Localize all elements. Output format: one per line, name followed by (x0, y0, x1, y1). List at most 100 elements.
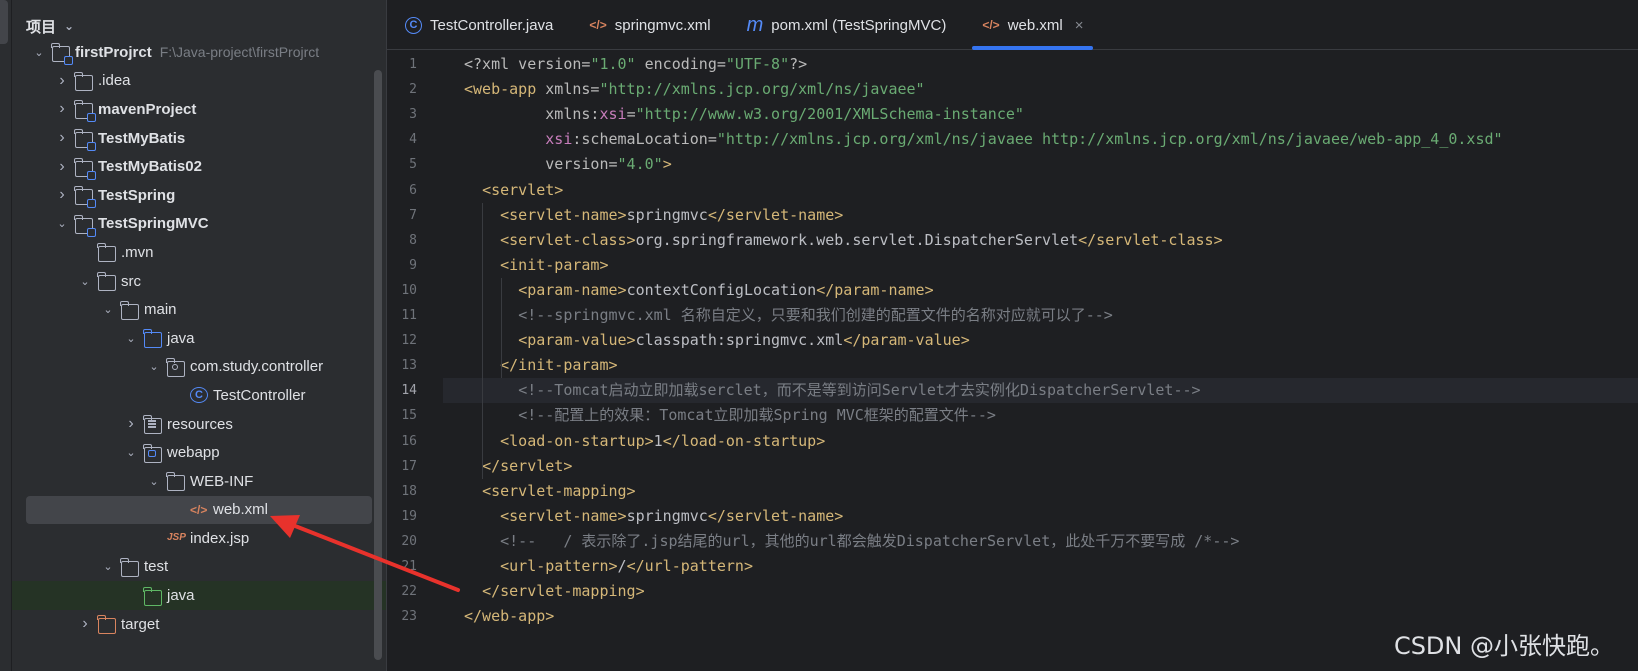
tree-item-mvn[interactable]: ›.mvn (12, 238, 386, 267)
chevron-right-icon[interactable]: › (55, 186, 69, 204)
close-icon[interactable]: × (1075, 17, 1084, 34)
code-line[interactable]: xsi:schemaLocation="http://xmlns.jcp.org… (443, 127, 1638, 152)
folder-icon (166, 472, 185, 492)
code-token: "http://xmlns.jcp.org/xml/ns/javaee" (599, 80, 925, 99)
folder-icon (97, 243, 116, 263)
code-line[interactable]: version="4.0"> (443, 152, 1638, 177)
editor-tab[interactable]: m pom.xml (TestSpringMVC) (729, 0, 965, 50)
folder-icon (120, 557, 139, 577)
code-line[interactable]: <servlet> (443, 178, 1638, 203)
code-line[interactable]: <!-- / 表示除了.jsp结尾的url，其他的url都会触发Dispatch… (443, 529, 1638, 554)
chevron-down-icon[interactable]: ⌄ (55, 217, 69, 230)
tree-item-java[interactable]: ⌄ java (12, 324, 386, 353)
line-number: 12 (401, 333, 417, 349)
tree-item-label: .mvn (121, 243, 154, 261)
chevron-down-icon[interactable]: ⌄ (124, 446, 138, 459)
code-token: <servlet> (482, 180, 564, 199)
code-line[interactable]: <url-pattern>/</url-pattern> (443, 554, 1638, 579)
code-line[interactable]: xmlns:xsi="http://www.w3.org/2001/XMLSch… (443, 102, 1638, 127)
chevron-right-icon[interactable]: › (55, 72, 69, 90)
tree-item-firstprojrct[interactable]: ⌄ firstProjrct F:\Java-project\firstProjrc… (12, 38, 386, 67)
tree-item-web-xml[interactable]: ›</>web.xml (26, 495, 372, 525)
line-number: 10 (401, 282, 417, 298)
tree-item-testmybatis[interactable]: › TestMyBatis (12, 124, 386, 153)
code-view[interactable]: <?xml version="1.0" encoding="UTF-8"?> <w… (443, 50, 1638, 671)
code-line[interactable]: <servlet-name>springmvc</servlet-name> (443, 203, 1638, 228)
code-token: xsi (545, 130, 573, 149)
code-line[interactable]: <!--springmvc.xml 名称自定义，只要和我们创建的配置文件的名称对… (443, 303, 1638, 328)
code-line[interactable]: </servlet-mapping> (443, 579, 1638, 604)
tree-item-java[interactable]: ›java (12, 581, 386, 610)
tree-item-src[interactable]: ⌄ src (12, 267, 386, 296)
code-line[interactable]: <param-name>contextConfigLocation</param… (443, 278, 1638, 303)
code-line[interactable]: <servlet-class>org.springframework.web.s… (443, 228, 1638, 253)
source-folder-icon (143, 329, 162, 349)
tree-item-target[interactable]: › target (12, 610, 386, 639)
tree-item-web-inf[interactable]: ⌄ WEB-INF (12, 467, 386, 496)
tree-item-mavenproject[interactable]: › mavenProject (12, 95, 386, 124)
tree-item-resources[interactable]: › resources (12, 410, 386, 439)
code-token: <servlet-class> (500, 230, 636, 249)
module-folder-icon (74, 214, 96, 237)
chevron-right-icon[interactable]: › (55, 158, 69, 176)
chevron-right-icon[interactable]: › (78, 615, 92, 633)
chevron-down-icon[interactable]: ⌄ (147, 360, 161, 373)
chevron-down-icon[interactable]: ⌄ (124, 332, 138, 345)
project-tool-button[interactable] (0, 0, 8, 44)
tree-item-testmybatis02[interactable]: › TestMyBatis02 (12, 152, 386, 181)
chevron-down-icon[interactable]: ⌄ (78, 275, 92, 288)
tree-item-test[interactable]: ⌄ test (12, 553, 386, 582)
tree-item-idea[interactable]: › .idea (12, 67, 386, 96)
code-line[interactable]: </init-param> (443, 353, 1638, 378)
chevron-down-icon[interactable]: ⌄ (32, 46, 46, 59)
tree-item-label: TestMyBatis02 (98, 158, 202, 176)
editor-tabs: C TestController.java </> springmvc.xml m pom… (387, 0, 1638, 50)
editor-tab[interactable]: </> web.xml × (964, 0, 1101, 50)
tree-item-testcontroller[interactable]: ›CTestController (12, 381, 386, 410)
code-token: <init-param> (500, 255, 609, 274)
code-line[interactable]: <servlet-name>springmvc</servlet-name> (443, 504, 1638, 529)
module-folder-icon (74, 157, 96, 180)
chevron-down-icon[interactable]: ⌄ (101, 303, 115, 316)
tree-item-index-jsp[interactable]: ›JSPindex.jsp (12, 524, 386, 553)
code-token: "UTF-8" (725, 55, 790, 73)
tree-item-testspringmvc[interactable]: ⌄ TestSpringMVC (12, 210, 386, 239)
tree-item-testspring[interactable]: › TestSpring (12, 181, 386, 210)
chevron-down-icon[interactable]: ⌄ (147, 475, 161, 488)
chevron-down-icon[interactable]: ⌄ (64, 19, 74, 33)
xml-file-icon: </> (982, 18, 1000, 32)
code-token: <param-value> (518, 331, 636, 350)
tree-item-label: webapp (167, 444, 220, 462)
project-scrollbar[interactable] (374, 70, 382, 660)
code-line[interactable]: <web-app xmlns="http://xmlns.jcp.org/xml… (443, 77, 1638, 102)
code-line[interactable]: <load-on-startup>1</load-on-startup> (443, 429, 1638, 454)
project-tree: ⌄ firstProjrct F:\Java-project\firstProjrc… (12, 38, 386, 638)
code-line[interactable]: <!--Tomcat启动立即加载serclet，而不是等到访问Servlet才去… (443, 378, 1638, 404)
editor-tab[interactable]: </> springmvc.xml (571, 0, 728, 50)
chevron-right-icon[interactable]: › (55, 100, 69, 118)
code-line[interactable]: <!--配置上的效果：Tomcat立即加载Spring MVC框架的配置文件--… (443, 403, 1638, 428)
editor-tab[interactable]: C TestController.java (387, 0, 571, 50)
code-line[interactable]: <param-value>classpath:springmvc.xml</pa… (443, 328, 1638, 353)
line-number-gutter: 1 2 3 4 5 6 7 8 9 10 11 12 13 14 15 16 17 18 19 20 21 22 23 (387, 50, 443, 671)
chevron-right-icon[interactable]: › (124, 415, 138, 433)
tree-item-label: test (144, 558, 169, 576)
line-number: 23 (401, 609, 417, 625)
tree-item-com-study-controller[interactable]: ⌄ com.study.controller (12, 353, 386, 382)
tree-item-label: resources (167, 415, 233, 433)
chevron-right-icon[interactable]: › (55, 129, 69, 147)
code-token: </servlet-mapping> (482, 582, 645, 601)
code-line[interactable]: <?xml version="1.0" encoding="UTF-8"?> (443, 52, 1638, 77)
line-number: 9 (409, 257, 417, 273)
test-folder-icon (143, 586, 162, 606)
code-token: <load-on-startup> (500, 431, 654, 450)
tree-item-main[interactable]: ⌄ main (12, 295, 386, 324)
code-line[interactable]: </servlet> (443, 454, 1638, 479)
chevron-down-icon[interactable]: ⌄ (101, 560, 115, 573)
code-line[interactable]: <servlet-mapping> (443, 479, 1638, 504)
tree-item-webapp[interactable]: ⌄ webapp (12, 438, 386, 467)
code-line[interactable]: <init-param> (443, 253, 1638, 278)
maven-icon: m (746, 13, 764, 36)
